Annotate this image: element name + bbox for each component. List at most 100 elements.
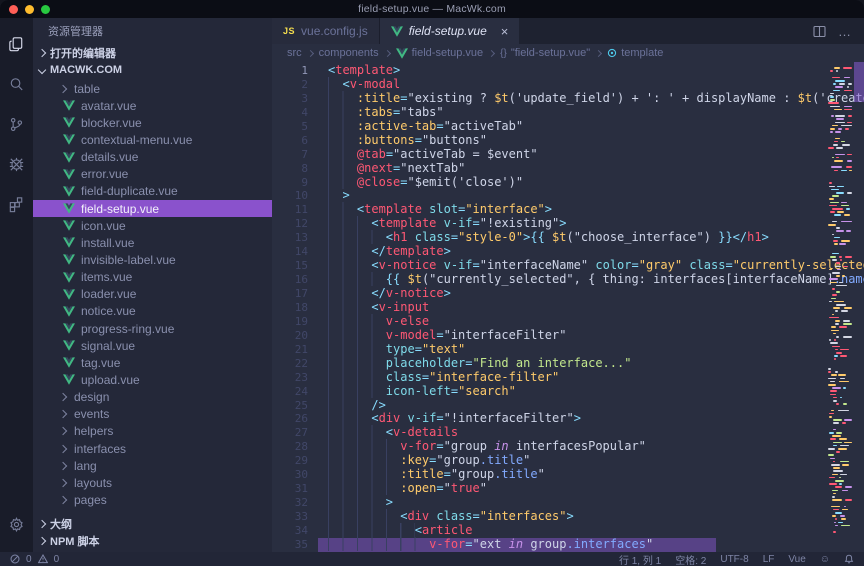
tree-item-invisible-label.vue[interactable]: invisible-label.vue	[33, 251, 272, 268]
breadcrumb-item-4[interactable]: {}"field-setup.vue"	[500, 47, 590, 59]
code-line-12[interactable]: 12 <template v-if="!existing">	[272, 217, 833, 231]
code-line-1[interactable]: 1<template>	[272, 64, 833, 78]
code-line-6[interactable]: 6 :buttons="buttons"	[272, 134, 833, 148]
code-line-9[interactable]: 9 @close="$emit('close')"	[272, 176, 833, 190]
code-line-35[interactable]: 35 v-for="ext in group.interfaces"	[272, 538, 833, 552]
section-npm-scripts[interactable]: NPM 脚本	[33, 532, 272, 549]
search-icon[interactable]	[0, 64, 33, 104]
tree-item-install.vue[interactable]: install.vue	[33, 234, 272, 251]
code-line-25[interactable]: 25 />	[272, 399, 833, 413]
explorer-icon[interactable]	[0, 24, 33, 64]
code-line-16[interactable]: 16 {{ $t("currently_selected", { thing: …	[272, 273, 833, 287]
code-line-29[interactable]: 29 :key="group.title"	[272, 454, 833, 468]
feedback-smiley-icon[interactable]: ☺	[820, 554, 830, 565]
tree-item-table[interactable]: table	[33, 80, 272, 97]
code-line-15[interactable]: 15 <v-notice v-if="interfaceName" color=…	[272, 259, 833, 273]
code-line-20[interactable]: 20 v-model="interfaceFilter"	[272, 329, 833, 343]
code-line-7[interactable]: 7 @tab="activeTab = $event"	[272, 148, 833, 162]
tree-item-avatar.vue[interactable]: avatar.vue	[33, 97, 272, 114]
status-item[interactable]: LF	[763, 554, 775, 565]
more-actions-icon[interactable]: …	[838, 24, 852, 39]
code-line-31[interactable]: 31 :open="true"	[272, 482, 833, 496]
tree-item-events[interactable]: events	[33, 406, 272, 423]
code-line-13[interactable]: 13 <h1 class="style-0">{{ $t("choose_int…	[272, 231, 833, 245]
code-line-21[interactable]: 21 type="text"	[272, 343, 833, 357]
tree-item-contextual-menu.vue[interactable]: contextual-menu.vue	[33, 131, 272, 148]
breadcrumb-item-3[interactable]: field-setup.vue	[396, 47, 484, 59]
status-item[interactable]: 空格: 2	[675, 552, 706, 566]
code-line-11[interactable]: 11 <template slot="interface">	[272, 203, 833, 217]
tab-field-setup-vue[interactable]: field-setup.vue ×	[380, 18, 520, 44]
code-line-34[interactable]: 34 <article	[272, 524, 833, 538]
tree-item-helpers[interactable]: helpers	[33, 423, 272, 440]
tree-item-blocker.vue[interactable]: blocker.vue	[33, 114, 272, 131]
breadcrumb-item-1[interactable]: src	[287, 47, 302, 59]
source-control-icon[interactable]	[0, 104, 33, 144]
minimap[interactable]	[827, 62, 853, 552]
status-item[interactable]: Vue	[788, 554, 805, 565]
settings-gear-icon[interactable]	[0, 504, 33, 544]
code-line-22[interactable]: 22 placeholder="Find an interface..."	[272, 357, 833, 371]
zoom-window-button[interactable]	[41, 5, 50, 14]
tree-item-layouts[interactable]: layouts	[33, 474, 272, 491]
extensions-icon[interactable]	[0, 184, 33, 224]
code-line-17[interactable]: 17 </v-notice>	[272, 287, 833, 301]
close-tab-icon[interactable]: ×	[501, 25, 509, 38]
code-line-32[interactable]: 32 >	[272, 496, 833, 510]
js-file-icon: JS	[283, 26, 295, 36]
tree-item-lang[interactable]: lang	[33, 457, 272, 474]
line-number: 5	[272, 120, 318, 134]
code-line-28[interactable]: 28 v-for="group in interfacesPopular"	[272, 440, 833, 454]
status-item[interactable]: UTF-8	[720, 554, 748, 565]
minimize-window-button[interactable]	[25, 5, 34, 14]
tree-item-field-setup.vue[interactable]: field-setup.vue	[33, 200, 272, 217]
code-line-19[interactable]: 19 v-else	[272, 315, 833, 329]
tree-item-progress-ring.vue[interactable]: progress-ring.vue	[33, 320, 272, 337]
code-line-3[interactable]: 3 :title="existing ? $t('update_field') …	[272, 92, 833, 106]
code-line-14[interactable]: 14 </template>	[272, 245, 833, 259]
debug-icon[interactable]	[0, 144, 33, 184]
scrollbar-thumb[interactable]	[854, 62, 864, 102]
tree-item-items.vue[interactable]: items.vue	[33, 269, 272, 286]
code-line-2[interactable]: 2 <v-modal	[272, 78, 833, 92]
tree-item-interfaces[interactable]: interfaces	[33, 440, 272, 457]
tree-item-notice.vue[interactable]: notice.vue	[33, 303, 272, 320]
tree-item-field-duplicate.vue[interactable]: field-duplicate.vue	[33, 183, 272, 200]
code-line-24[interactable]: 24 icon-left="search"	[272, 385, 833, 399]
section-outline[interactable]: 大纲	[33, 515, 272, 532]
errors-count[interactable]: 0	[26, 554, 32, 565]
tree-item-design[interactable]: design	[33, 389, 272, 406]
split-editor-icon[interactable]	[813, 25, 826, 38]
tree-item-icon.vue[interactable]: icon.vue	[33, 217, 272, 234]
code-editor[interactable]: 1<template>2 <v-modal3 :title="existing …	[272, 62, 864, 552]
code-line-26[interactable]: 26 <div v-if="!interfaceFilter">	[272, 412, 833, 426]
code-line-4[interactable]: 4 :tabs="tabs"	[272, 106, 833, 120]
breadcrumb-item-5[interactable]: template	[607, 47, 663, 59]
status-item[interactable]: 行 1, 列 1	[619, 552, 661, 566]
tree-item-label: notice.vue	[81, 304, 136, 318]
tree-item-pages[interactable]: pages	[33, 491, 272, 508]
close-window-button[interactable]	[9, 5, 18, 14]
code-line-30[interactable]: 30 :title="group.title"	[272, 468, 833, 482]
tree-item-signal.vue[interactable]: signal.vue	[33, 337, 272, 354]
tree-item-tag.vue[interactable]: tag.vue	[33, 354, 272, 371]
tree-item-error.vue[interactable]: error.vue	[33, 166, 272, 183]
errors-indicator[interactable]	[10, 554, 20, 564]
tree-item-upload.vue[interactable]: upload.vue	[33, 371, 272, 388]
breadcrumb-item-2[interactable]: components	[319, 47, 379, 59]
section-workspace-root[interactable]: MACWK.COM	[33, 61, 272, 78]
code-line-8[interactable]: 8 @next="nextTab"	[272, 162, 833, 176]
code-line-33[interactable]: 33 <div class="interfaces">	[272, 510, 833, 524]
code-line-18[interactable]: 18 <v-input	[272, 301, 833, 315]
warnings-indicator[interactable]	[38, 554, 48, 564]
notifications-bell-icon[interactable]	[844, 554, 854, 564]
warnings-count[interactable]: 0	[54, 554, 60, 565]
tree-item-details.vue[interactable]: details.vue	[33, 149, 272, 166]
tree-item-loader.vue[interactable]: loader.vue	[33, 286, 272, 303]
section-open-editors[interactable]: 打开的编辑器	[33, 44, 272, 61]
code-line-10[interactable]: 10 >	[272, 189, 833, 203]
code-line-23[interactable]: 23 class="interface-filter"	[272, 371, 833, 385]
code-line-27[interactable]: 27 <v-details	[272, 426, 833, 440]
tab-vue-config-js[interactable]: JS vue.config.js	[272, 18, 380, 44]
code-line-5[interactable]: 5 :active-tab="activeTab"	[272, 120, 833, 134]
